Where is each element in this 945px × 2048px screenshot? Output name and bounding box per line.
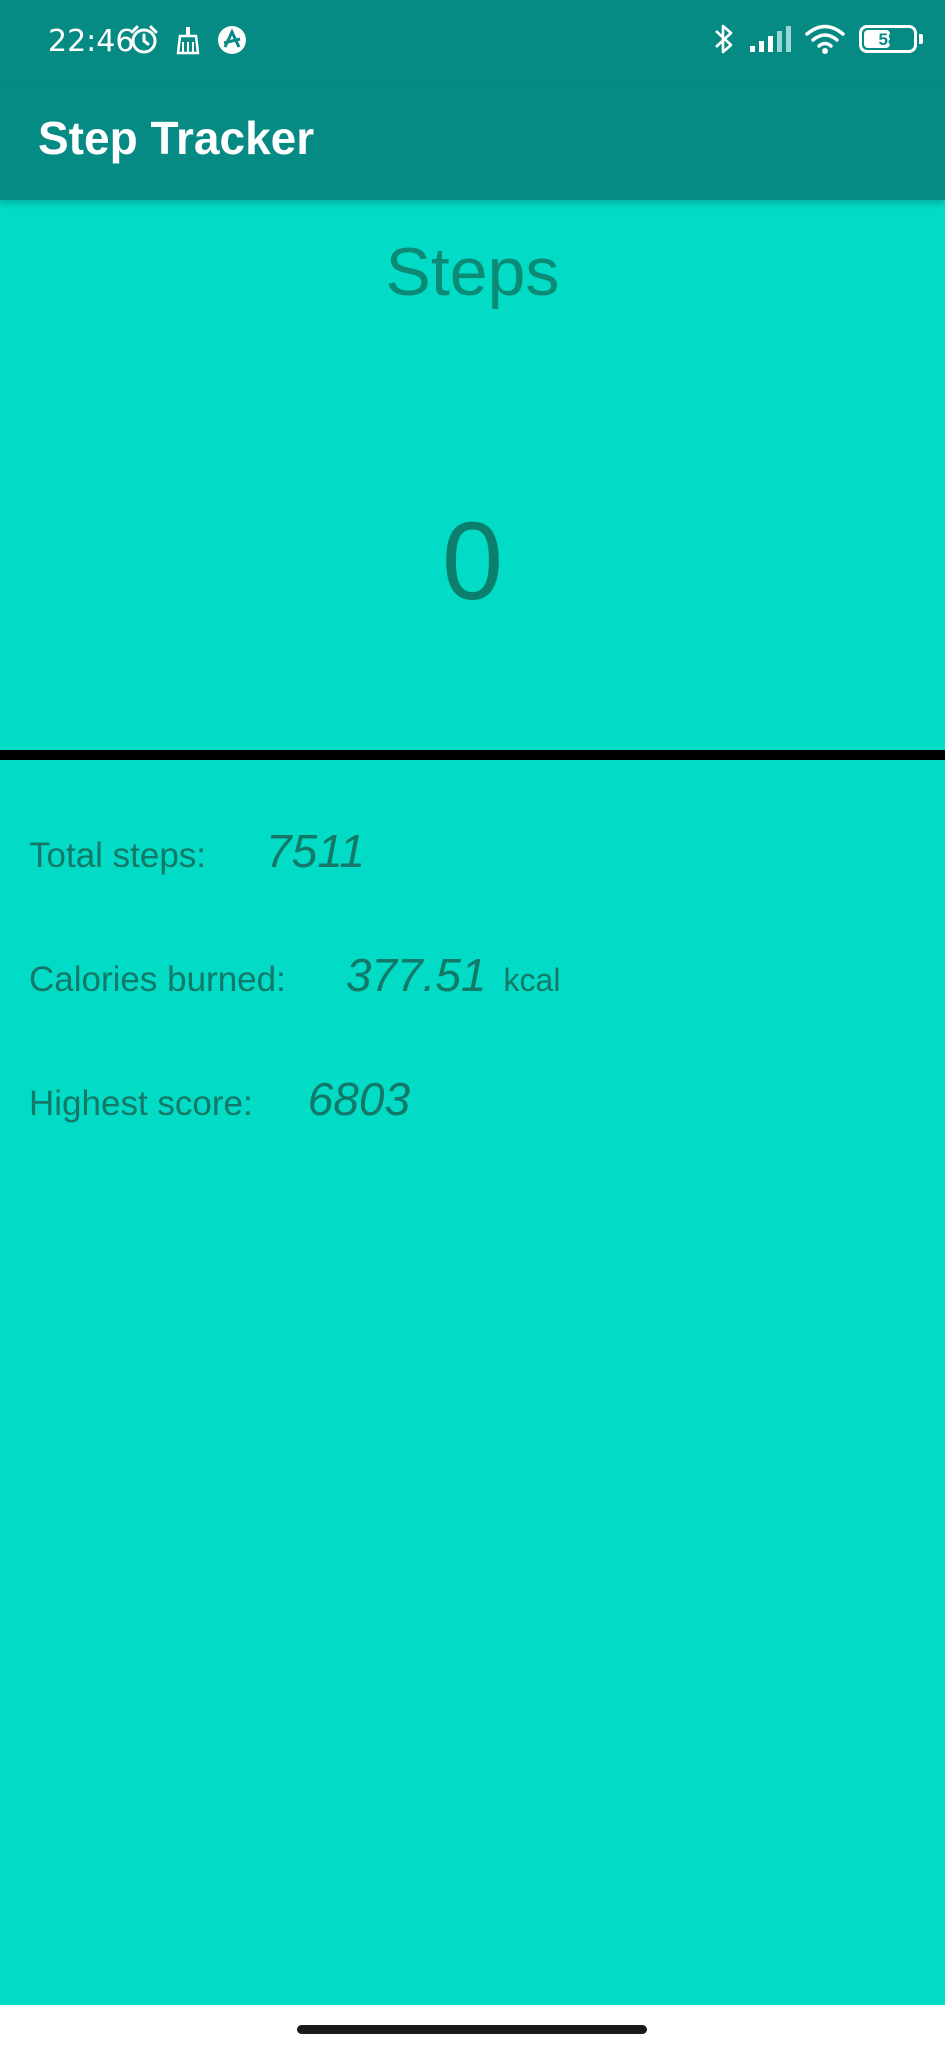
highest-score-value: 6803	[307, 1073, 411, 1125]
total-steps-label: Total steps:	[29, 836, 207, 875]
total-steps-value: 7511	[266, 825, 365, 877]
calories-value: 377.51	[345, 949, 487, 1001]
calories-row: Calories burned: 377.51 kcal	[29, 950, 560, 1002]
total-steps-row: Total steps: 7511	[29, 826, 365, 878]
highest-score-row: Highest score: 6803	[29, 1074, 410, 1126]
broom-icon	[172, 24, 204, 56]
battery-cap	[919, 34, 923, 44]
app-bar: Step Tracker	[0, 82, 945, 200]
current-steps-value: 0	[441, 500, 504, 623]
status-left-icons	[128, 24, 248, 56]
battery-level-text: 58	[878, 29, 898, 49]
section-divider	[0, 750, 945, 760]
status-right-icons: 58	[713, 22, 923, 56]
home-indicator[interactable]	[297, 2025, 647, 2034]
wifi-icon	[805, 23, 845, 55]
bluetooth-icon	[713, 22, 735, 56]
app-title: Step Tracker	[38, 112, 315, 164]
alarm-icon	[128, 24, 160, 56]
calories-label: Calories burned:	[29, 960, 286, 999]
signal-icon	[749, 24, 791, 54]
status-bar: 22:46 58	[0, 0, 945, 82]
calories-unit: kcal	[503, 962, 561, 998]
battery-icon: 58	[859, 25, 917, 53]
notification-app-icon	[216, 24, 248, 56]
steps-heading: Steps	[385, 234, 560, 310]
highest-score-label: Highest score:	[29, 1084, 253, 1123]
status-time: 22:46	[48, 24, 135, 59]
navigation-bar	[0, 2005, 945, 2048]
